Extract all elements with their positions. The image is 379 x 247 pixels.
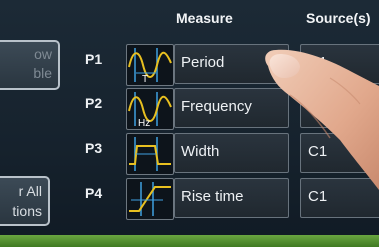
- measure-value-p1: Period: [181, 54, 225, 71]
- clear-all-label-line2: tions: [12, 203, 42, 219]
- measure-field-p4[interactable]: Rise time: [174, 178, 289, 218]
- source-field-p2[interactable]: [300, 88, 379, 128]
- source-value-p4: C1: [308, 188, 328, 205]
- source-column-header: Source(s): [306, 10, 371, 26]
- measure-setup-panel: Measure Source(s) ow ble r All tions P1 …: [0, 0, 379, 247]
- show-table-button[interactable]: ow ble: [0, 40, 60, 90]
- measure-value-p4: Rise time: [181, 188, 244, 205]
- period-icon[interactable]: T: [126, 44, 174, 86]
- frequency-icon[interactable]: Hz: [126, 88, 174, 130]
- row-label-p1: P1: [85, 51, 103, 67]
- clear-all-label-line1: r All: [18, 183, 42, 199]
- source-field-p3[interactable]: C1: [300, 133, 379, 173]
- measure-column-header: Measure: [176, 10, 233, 26]
- show-table-label-line1: ow: [34, 46, 52, 62]
- row-label-p3: P3: [85, 140, 103, 156]
- measure-field-p2[interactable]: Frequency: [174, 88, 289, 128]
- source-field-p1[interactable]: C1: [300, 44, 379, 84]
- status-bar: [0, 235, 379, 247]
- width-icon[interactable]: [126, 133, 174, 175]
- rise-time-icon[interactable]: [126, 178, 174, 220]
- measure-field-p3[interactable]: Width: [174, 133, 289, 173]
- frequency-icon-text: Hz: [138, 118, 150, 129]
- source-value-p3: C1: [308, 143, 328, 160]
- source-field-p4[interactable]: C1: [300, 178, 379, 218]
- measure-value-p2: Frequency: [181, 98, 252, 115]
- clear-all-measurements-button[interactable]: r All tions: [0, 176, 50, 226]
- show-table-label-line2: ble: [33, 65, 52, 81]
- measure-value-p3: Width: [181, 143, 220, 160]
- row-label-p4: P4: [85, 185, 103, 201]
- row-label-p2: P2: [85, 95, 103, 111]
- period-icon-text: T: [142, 74, 148, 85]
- source-value-p1: C1: [308, 54, 328, 71]
- measure-field-p1[interactable]: Period: [174, 44, 289, 84]
